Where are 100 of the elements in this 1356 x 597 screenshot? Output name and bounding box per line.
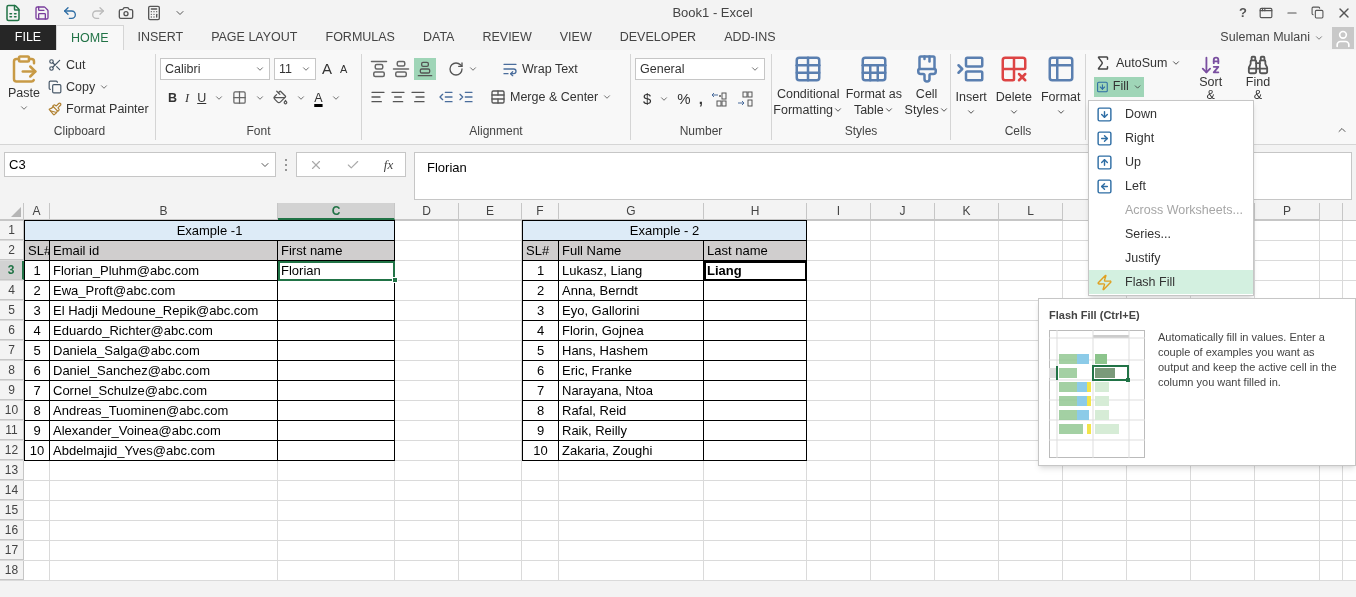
- calculator-icon[interactable]: [146, 4, 162, 21]
- table-cell: Eyo, Gallorini: [559, 301, 704, 321]
- binoculars-icon: [1247, 54, 1269, 76]
- fill-button[interactable]: Fill: [1094, 76, 1144, 97]
- cut-button[interactable]: Cut: [48, 56, 149, 75]
- column-header[interactable]: J: [871, 203, 935, 220]
- grow-font-button[interactable]: A: [320, 58, 334, 81]
- column-header[interactable]: K: [935, 203, 999, 220]
- table-cell: Raik, Reilly: [559, 421, 704, 441]
- paste-button[interactable]: Paste: [4, 54, 44, 122]
- row-header[interactable]: 11: [0, 421, 24, 440]
- camera-icon[interactable]: [118, 4, 134, 21]
- row-header[interactable]: 7: [0, 341, 24, 360]
- ribbon-tab[interactable]: HOME: [56, 25, 124, 50]
- menu-item[interactable]: Series...: [1089, 222, 1253, 246]
- ribbon-tab[interactable]: DATA: [408, 25, 469, 50]
- drag-handle-icon[interactable]: [284, 158, 288, 172]
- restore-icon[interactable]: [1311, 6, 1324, 19]
- wrap-text-button[interactable]: Wrap Text: [502, 59, 578, 79]
- menu-item[interactable]: Up: [1089, 150, 1253, 174]
- row-header[interactable]: 12: [0, 441, 24, 460]
- save-icon[interactable]: [34, 4, 50, 21]
- row-header[interactable]: 4: [0, 281, 24, 300]
- caret-icon: [750, 64, 760, 74]
- caret-icon: [468, 64, 478, 74]
- row-header[interactable]: 16: [0, 521, 24, 540]
- menu-item[interactable]: Justify: [1089, 246, 1253, 270]
- table-cell: 5: [522, 341, 559, 361]
- menu-item[interactable]: Left: [1089, 174, 1253, 198]
- bold-button[interactable]: B: [168, 88, 178, 108]
- format-button[interactable]: Format: [1040, 54, 1081, 122]
- italic-button[interactable]: I: [185, 88, 190, 108]
- insert-function-button[interactable]: fx: [383, 154, 394, 175]
- percent-button[interactable]: %: [677, 88, 691, 111]
- shrink-font-button[interactable]: A: [338, 61, 350, 78]
- format-as-table-button[interactable]: Format as Table: [845, 54, 902, 122]
- borders-icon[interactable]: [232, 90, 248, 106]
- font-name-field[interactable]: Calibri: [160, 58, 270, 81]
- header-cell: Full Name: [559, 241, 704, 261]
- ribbon-tab[interactable]: INSERT: [123, 25, 198, 50]
- format-painter-button[interactable]: Format Painter: [48, 99, 149, 119]
- fill-handle[interactable]: [392, 277, 398, 283]
- comma-button[interactable]: ,: [698, 88, 703, 111]
- table-cell: Ewa_Proft@abc.com: [50, 281, 278, 301]
- currency-button[interactable]: $: [643, 88, 652, 111]
- cell-styles-button[interactable]: Cell Styles: [904, 54, 949, 122]
- autosum-button[interactable]: AutoSum: [1094, 54, 1182, 73]
- bottom-align-button[interactable]: [414, 58, 436, 80]
- copy-button[interactable]: Copy: [48, 77, 149, 97]
- top-align-icon[interactable]: [370, 60, 388, 78]
- menu-item[interactable]: Flash Fill: [1089, 270, 1253, 294]
- table-cell: Daniela_Salga@abc.com: [50, 341, 278, 361]
- orientation-icon[interactable]: [448, 61, 464, 77]
- conditional-formatting-button[interactable]: Conditional Formatting: [773, 54, 844, 122]
- row-header[interactable]: 9: [0, 381, 24, 400]
- ribbon-tab[interactable]: PAGE LAYOUT: [197, 25, 312, 50]
- row-header[interactable]: 8: [0, 361, 24, 380]
- row-header[interactable]: 17: [0, 541, 24, 560]
- middle-align-icon[interactable]: [392, 60, 410, 78]
- number-format-field[interactable]: General: [635, 58, 765, 80]
- column-header[interactable]: I: [807, 203, 871, 220]
- font-color-button[interactable]: A: [314, 88, 323, 108]
- column-header[interactable]: P: [1255, 203, 1320, 220]
- ribbon-tab[interactable]: ADD-INS: [710, 25, 790, 50]
- column-header[interactable]: D: [395, 203, 459, 220]
- undo-icon[interactable]: [62, 4, 78, 21]
- row-header[interactable]: 2: [0, 241, 24, 260]
- ribbon-tab[interactable]: FORMULAS: [311, 25, 409, 50]
- name-box[interactable]: C3: [4, 152, 276, 177]
- ribbon-tab[interactable]: DEVELOPER: [605, 25, 711, 50]
- decimal-icon[interactable]: [736, 91, 755, 108]
- row-header[interactable]: 6: [0, 321, 24, 340]
- merge-center-button[interactable]: Merge & Center: [490, 88, 599, 107]
- column-header[interactable]: L: [999, 203, 1063, 220]
- row-header[interactable]: 3: [0, 261, 24, 280]
- column-header[interactable]: E: [459, 203, 522, 220]
- user-name[interactable]: Suleman Mulani: [1220, 28, 1310, 47]
- decimal-icon[interactable]: [710, 91, 729, 108]
- fill-color-icon[interactable]: [273, 90, 289, 106]
- insert-button[interactable]: Insert: [955, 54, 987, 122]
- row-header[interactable]: 14: [0, 481, 24, 500]
- table-cell: Hans, Hashem: [559, 341, 704, 361]
- row-header[interactable]: 5: [0, 301, 24, 320]
- ribbon-tab[interactable]: REVIEW: [468, 25, 546, 50]
- file-tab[interactable]: FILE: [0, 25, 56, 50]
- ribbon-display-icon[interactable]: [1259, 5, 1273, 20]
- help-button[interactable]: ?: [1239, 2, 1247, 23]
- row-header[interactable]: 1: [0, 221, 24, 240]
- delete-button[interactable]: Delete: [995, 54, 1032, 122]
- underline-button[interactable]: U: [197, 88, 207, 108]
- wrap-text-icon: [502, 61, 518, 77]
- row-header[interactable]: 10: [0, 401, 24, 420]
- row-header[interactable]: 13: [0, 461, 24, 480]
- column-header[interactable]: C: [278, 203, 395, 220]
- table-title: Example -1: [24, 220, 395, 241]
- row-header[interactable]: 15: [0, 501, 24, 520]
- excel-logo-icon[interactable]: [4, 3, 22, 22]
- ribbon-tab[interactable]: VIEW: [545, 25, 606, 50]
- font-size-field[interactable]: 11: [274, 58, 316, 81]
- row-header[interactable]: 18: [0, 561, 24, 580]
